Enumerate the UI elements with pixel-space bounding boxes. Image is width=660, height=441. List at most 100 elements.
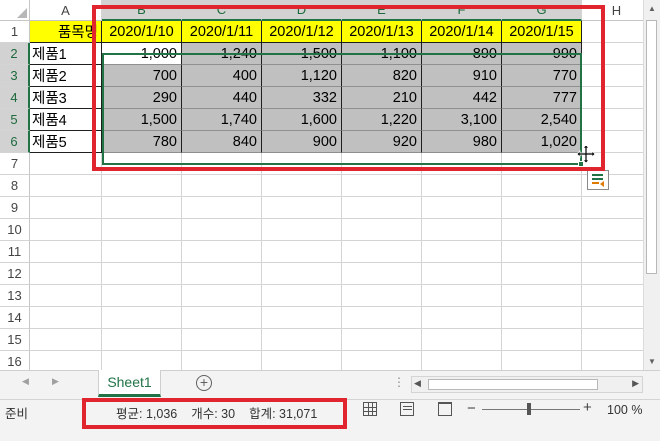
cell-b13[interactable] — [102, 285, 182, 307]
value-cell[interactable]: 980 — [422, 131, 502, 153]
value-cell[interactable]: 1,220 — [342, 109, 422, 131]
cell-d10[interactable] — [262, 219, 342, 241]
scroll-right-icon[interactable]: ▶ — [632, 378, 639, 389]
cell-c14[interactable] — [182, 307, 262, 329]
row-header-5[interactable]: 5 — [0, 109, 30, 131]
value-cell[interactable]: 777 — [502, 87, 582, 109]
zoom-in-icon[interactable]: + — [583, 399, 592, 416]
cell-f13[interactable] — [422, 285, 502, 307]
column-header-a[interactable]: A — [30, 0, 102, 21]
cell-e9[interactable] — [342, 197, 422, 219]
cell-b9[interactable] — [102, 197, 182, 219]
selection-statistics[interactable]: 평균: 1,036 개수: 30 합계: 31,071 — [116, 403, 317, 422]
cell-h9[interactable] — [582, 197, 643, 219]
cell-a13[interactable] — [30, 285, 102, 307]
cell-d15[interactable] — [262, 329, 342, 351]
cell-h4[interactable] — [582, 87, 643, 109]
cell-h2[interactable] — [582, 43, 643, 65]
cell-a10[interactable] — [30, 219, 102, 241]
normal-view-icon[interactable] — [363, 402, 377, 416]
cell-f15[interactable] — [422, 329, 502, 351]
value-cell[interactable]: 890 — [422, 43, 502, 65]
value-cell[interactable]: 900 — [262, 131, 342, 153]
vertical-scroll-thumb[interactable] — [646, 20, 657, 274]
cell-c9[interactable] — [182, 197, 262, 219]
cell-a9[interactable] — [30, 197, 102, 219]
value-cell[interactable]: 400 — [182, 65, 262, 87]
row-header-4[interactable]: 4 — [0, 87, 30, 109]
column-header-c[interactable]: C — [182, 0, 262, 21]
value-cell[interactable]: 3,100 — [422, 109, 502, 131]
date-header-b[interactable]: 2020/1/10 — [102, 21, 182, 43]
cell-e16[interactable] — [342, 351, 422, 370]
value-cell[interactable]: 1,100 — [342, 43, 422, 65]
cell-h10[interactable] — [582, 219, 643, 241]
cell-a15[interactable] — [30, 329, 102, 351]
cell-h16[interactable] — [582, 351, 643, 370]
cell-h3[interactable] — [582, 65, 643, 87]
value-cell[interactable]: 1,120 — [262, 65, 342, 87]
splitter-handle-icon[interactable]: ⋮ — [393, 375, 405, 389]
cell-c11[interactable] — [182, 241, 262, 263]
zoom-slider-thumb[interactable] — [527, 403, 531, 415]
scroll-up-icon[interactable]: ▲ — [644, 0, 660, 17]
cell-d16[interactable] — [262, 351, 342, 370]
cell-b8[interactable] — [102, 175, 182, 197]
page-break-view-icon[interactable] — [438, 402, 452, 416]
cell-a8[interactable] — [30, 175, 102, 197]
column-header-d[interactable]: D — [262, 0, 342, 21]
scroll-left-icon[interactable]: ◀ — [414, 378, 421, 389]
cell-g9[interactable] — [502, 197, 582, 219]
cell-h13[interactable] — [582, 285, 643, 307]
cell-g13[interactable] — [502, 285, 582, 307]
product-name-cell[interactable]: 제품4 — [30, 109, 102, 131]
cell-h5[interactable] — [582, 109, 643, 131]
cell-f14[interactable] — [422, 307, 502, 329]
cell-a7[interactable] — [30, 153, 102, 175]
cell-d12[interactable] — [262, 263, 342, 285]
prev-sheet-icon[interactable]: ◀ — [22, 376, 29, 387]
row-header-9[interactable]: 9 — [0, 197, 30, 219]
cell-g15[interactable] — [502, 329, 582, 351]
cell-f11[interactable] — [422, 241, 502, 263]
value-cell[interactable]: 820 — [342, 65, 422, 87]
column-header-h[interactable]: H — [582, 0, 643, 21]
sheet-tab-sheet1[interactable]: Sheet1 — [98, 370, 161, 397]
cell-h15[interactable] — [582, 329, 643, 351]
cell-c13[interactable] — [182, 285, 262, 307]
quick-analysis-icon[interactable] — [587, 170, 609, 190]
cell-e13[interactable] — [342, 285, 422, 307]
cell-f8[interactable] — [422, 175, 502, 197]
cell-g10[interactable] — [502, 219, 582, 241]
column-header-e[interactable]: E — [342, 0, 422, 21]
cell-f16[interactable] — [422, 351, 502, 370]
row-header-8[interactable]: 8 — [0, 175, 30, 197]
cell-f12[interactable] — [422, 263, 502, 285]
cell-g11[interactable] — [502, 241, 582, 263]
spreadsheet-grid[interactable]: ABCDEFGH 1 2 3 4 5 6 7 8 9 10 11 12 13 14 15 16 품목명 2020… — [0, 0, 643, 370]
cell-c15[interactable] — [182, 329, 262, 351]
product-name-cell[interactable]: 제품1 — [30, 43, 102, 65]
select-all-button[interactable] — [0, 0, 30, 21]
cell-g8[interactable] — [502, 175, 582, 197]
row-header-11[interactable]: 11 — [0, 241, 30, 263]
value-cell[interactable]: 1,600 — [262, 109, 342, 131]
horizontal-scrollbar[interactable]: ◀ ▶ — [411, 376, 643, 393]
zoom-level[interactable]: 100 % — [607, 403, 642, 417]
cell-e12[interactable] — [342, 263, 422, 285]
cell-d11[interactable] — [262, 241, 342, 263]
row-header-3[interactable]: 3 — [0, 65, 30, 87]
column-header-g[interactable]: G — [502, 0, 582, 21]
date-header-c[interactable]: 2020/1/11 — [182, 21, 262, 43]
cell-h14[interactable] — [582, 307, 643, 329]
date-header-g[interactable]: 2020/1/15 — [502, 21, 582, 43]
cell-d9[interactable] — [262, 197, 342, 219]
row-header-12[interactable]: 12 — [0, 263, 30, 285]
cell-e14[interactable] — [342, 307, 422, 329]
cell-c16[interactable] — [182, 351, 262, 370]
cell-g14[interactable] — [502, 307, 582, 329]
cell-f7[interactable] — [422, 153, 502, 175]
cell-d13[interactable] — [262, 285, 342, 307]
cell-a11[interactable] — [30, 241, 102, 263]
cell-d7[interactable] — [262, 153, 342, 175]
